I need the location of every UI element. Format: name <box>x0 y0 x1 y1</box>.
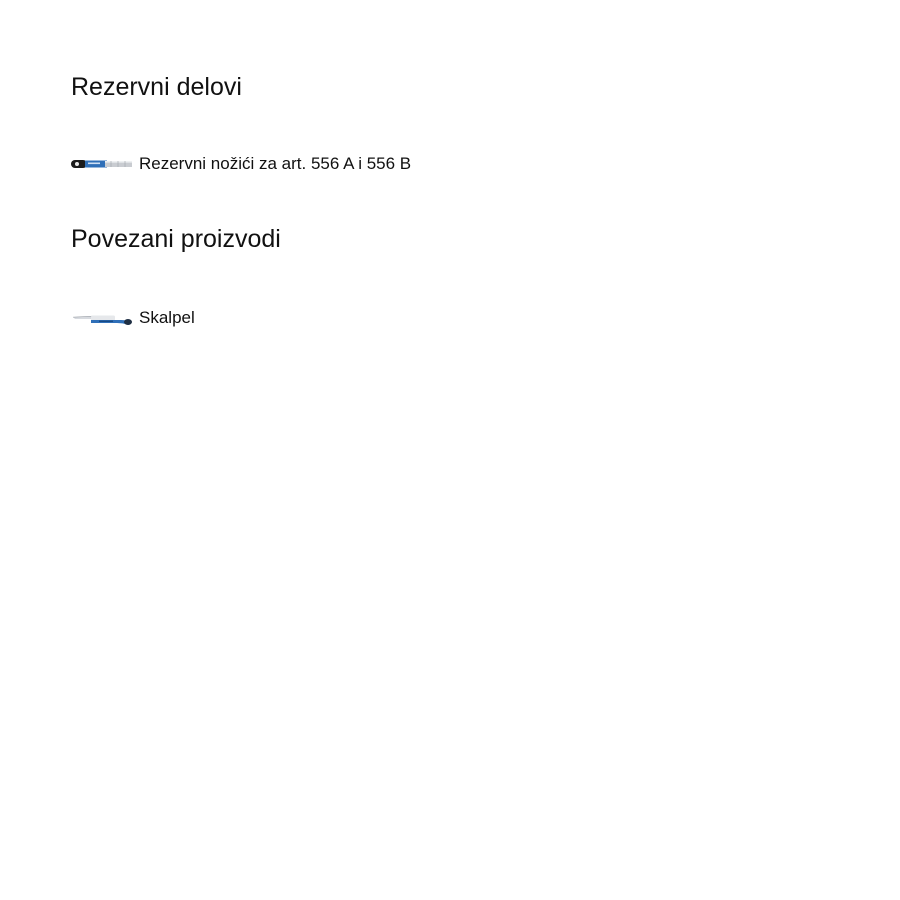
scalpel-link[interactable]: Skalpel <box>71 306 195 330</box>
spare-blades-label: Rezervni nožići za art. 556 A i 556 B <box>139 154 412 173</box>
spare-blades-pack-icon <box>71 160 132 168</box>
related-products-heading: Povezani proizvodi <box>71 225 281 253</box>
scalpel-label: Skalpel <box>139 308 195 327</box>
spare-blades-link[interactable]: Rezervni nožići za art. 556 A i 556 B <box>71 152 411 176</box>
spare-parts-heading: Rezervni delovi <box>71 73 242 101</box>
utility-knife-icon <box>72 315 132 325</box>
